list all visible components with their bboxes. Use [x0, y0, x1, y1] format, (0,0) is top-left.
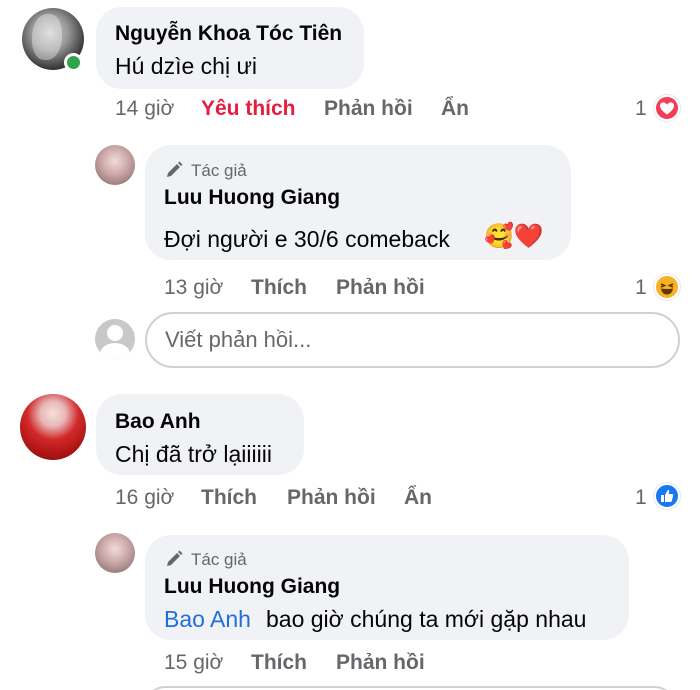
- like-button[interactable]: Thích: [251, 651, 307, 675]
- haha-icon[interactable]: [654, 274, 680, 300]
- author-badge: Tác giả: [191, 161, 247, 180]
- reaction-count[interactable]: 1: [635, 486, 647, 510]
- reply-button[interactable]: Phản hồi: [324, 97, 413, 121]
- reaction-count[interactable]: 1: [635, 276, 647, 300]
- emoji-reaction: 🥰❤️: [484, 223, 544, 250]
- reply-button[interactable]: Phản hồi: [287, 486, 376, 510]
- like-icon[interactable]: [654, 483, 680, 509]
- comment-time[interactable]: 14 giờ: [115, 97, 174, 121]
- comment-time[interactable]: 15 giờ: [164, 651, 223, 675]
- comment-text: bao giờ chúng ta mới gặp nhau: [266, 606, 587, 632]
- avatar-bao-anh[interactable]: [20, 394, 86, 460]
- love-reaction-button[interactable]: Yêu thích: [201, 97, 296, 121]
- like-button[interactable]: Thích: [251, 276, 307, 300]
- hide-button[interactable]: Ẩn: [404, 486, 432, 510]
- comment-text: Hú dzìe chị ưi: [115, 53, 257, 79]
- avatar-luu-huong-giang[interactable]: [95, 533, 135, 573]
- comment-author[interactable]: Nguyễn Khoa Tóc Tiên: [115, 22, 342, 46]
- mention-link[interactable]: Bao Anh: [164, 606, 251, 633]
- next-comment-edge: [145, 686, 675, 690]
- current-user-avatar: [95, 319, 135, 359]
- reply-input[interactable]: [147, 314, 678, 366]
- avatar-luu-huong-giang[interactable]: [95, 145, 135, 185]
- online-status-indicator: [64, 53, 83, 72]
- comment-time[interactable]: 16 giờ: [115, 486, 174, 510]
- heart-icon[interactable]: [654, 95, 680, 121]
- comment-text: Đợi người e 30/6 comeback: [164, 226, 450, 252]
- reaction-count[interactable]: 1: [635, 97, 647, 121]
- comment-time[interactable]: 13 giờ: [164, 276, 223, 300]
- reply-button[interactable]: Phản hồi: [336, 276, 425, 300]
- reply-input-box[interactable]: [145, 312, 680, 368]
- comment-author[interactable]: Luu Huong Giang: [164, 186, 340, 210]
- reply-button[interactable]: Phản hồi: [336, 651, 425, 675]
- hide-button[interactable]: Ẩn: [441, 97, 469, 121]
- pencil-icon: [167, 550, 183, 566]
- comment-author[interactable]: Bao Anh: [115, 410, 201, 434]
- author-badge: Tác giả: [191, 550, 247, 569]
- like-button[interactable]: Thích: [201, 486, 257, 510]
- pencil-icon: [167, 161, 183, 177]
- comment-author[interactable]: Luu Huong Giang: [164, 575, 340, 599]
- comment-text: Chị đã trở lạiiiiii: [115, 441, 272, 467]
